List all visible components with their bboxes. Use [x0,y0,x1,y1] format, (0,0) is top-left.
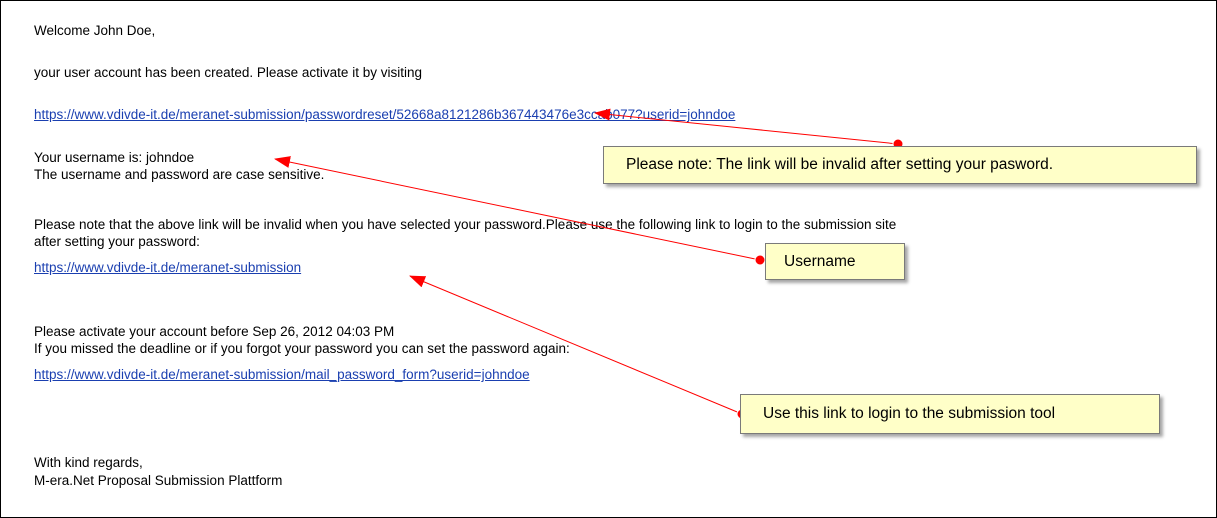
callout-login-tool: Use this link to login to the submission… [740,394,1160,434]
login-link[interactable]: https://www.vdivde-it.de/meranet-submiss… [34,260,301,276]
signature-text: M-era.Net Proposal Submission Plattform [34,473,283,488]
callout-link-note: Please note: The link will be invalid af… [603,146,1197,184]
username-text: Your username is: johndoe [34,150,195,165]
link-note-text-line2: after setting your password: [34,234,200,249]
account-created-text: your user account has been created. Plea… [34,65,422,80]
callout-link-note-text: Please note: The link will be invalid af… [626,156,1054,173]
callout-login-tool-text: Use this link to login to the submission… [763,405,1056,422]
activate-deadline-text: Please activate your account before Sep … [34,324,395,339]
callout-username: Username [765,243,905,280]
case-sensitive-text: The username and password are case sensi… [34,167,325,182]
greeting: Welcome John Doe, [34,23,156,38]
link-note-text-line1: Please note that the above link will be … [34,217,897,232]
mail-password-form-link[interactable]: https://www.vdivde-it.de/meranet-submiss… [34,367,530,383]
password-reset-link[interactable]: https://www.vdivde-it.de/meranet-submiss… [34,107,735,123]
missed-deadline-text: If you missed the deadline or if you for… [34,341,570,356]
callout-username-text: Username [784,252,856,270]
regards-text: With kind regards, [34,455,143,470]
